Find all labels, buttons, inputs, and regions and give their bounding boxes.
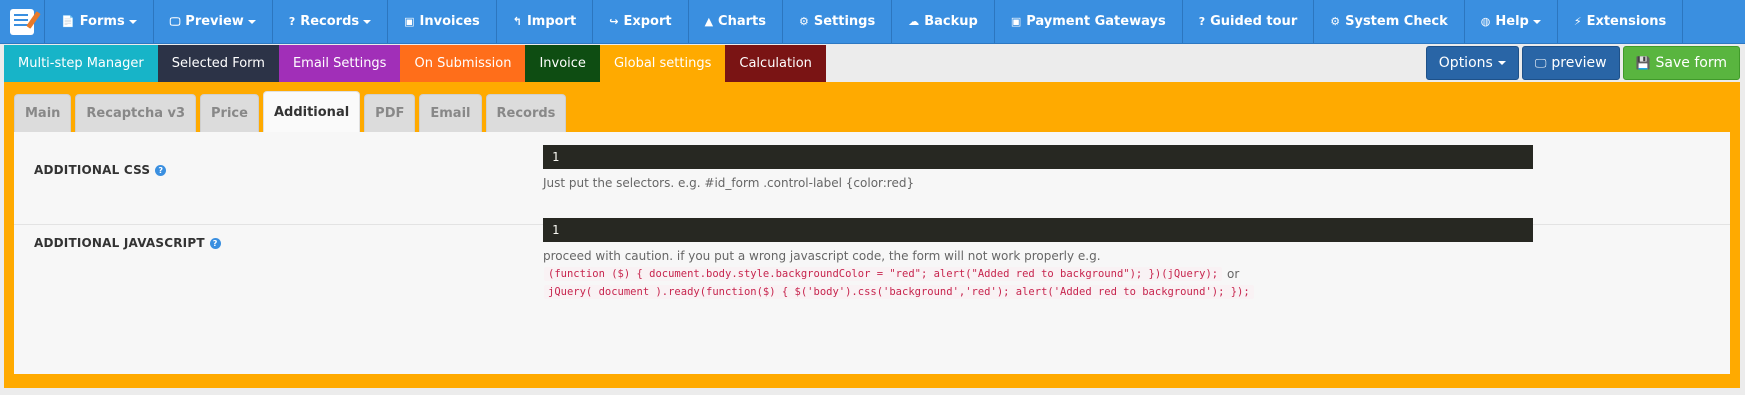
top-navbar: 📄 Forms 🖵 Preview? Records ▣ Invoices ↰ Import ↪ E… xyxy=(0,0,1745,44)
nav-label: Invoices xyxy=(419,14,480,29)
css-code-editor[interactable]: 1 xyxy=(543,145,1533,169)
help-icon[interactable]: ? xyxy=(155,164,167,176)
help-icon[interactable]: ? xyxy=(209,237,221,249)
preview-button[interactable]: 🖵 preview xyxy=(1521,46,1620,80)
section-selected-form[interactable]: Selected Form xyxy=(157,45,279,82)
nav-preview[interactable]: 🖵 Preview xyxy=(154,0,273,43)
reply-icon: ↰ xyxy=(512,15,522,28)
area-chart-icon: ▲ xyxy=(704,15,714,28)
nav-forms[interactable]: 📄 Forms xyxy=(45,0,154,43)
nav-label: Extensions xyxy=(1586,14,1667,29)
additional-css-label: ADDITIONAL CSS? xyxy=(34,163,167,177)
chevron-down-icon xyxy=(247,19,256,24)
save-icon: 💾 xyxy=(1635,56,1651,70)
options-label: Options xyxy=(1438,55,1493,71)
money-icon: ▣ xyxy=(1010,15,1022,28)
tab-main[interactable]: Main xyxy=(14,94,72,132)
chevron-down-icon xyxy=(363,19,372,24)
js-code-editor[interactable]: 1 xyxy=(543,218,1533,242)
section-on-submission[interactable]: On Submission xyxy=(400,45,526,82)
line-number: 1 xyxy=(552,223,560,237)
css-hint: Just put the selectors. e.g. #id_form .c… xyxy=(543,176,915,190)
options-button[interactable]: Options xyxy=(1425,46,1519,80)
section-multi-step-manager[interactable]: Multi-step Manager xyxy=(4,45,158,82)
tab-content-additional: ADDITIONAL CSS? 1 Just put the selectors… xyxy=(14,132,1730,374)
additional-js-label-text: ADDITIONAL JAVASCRIPT xyxy=(34,236,205,250)
nav-guided-tour[interactable]: ? Guided tour xyxy=(1183,0,1315,43)
nav-label: Guided tour xyxy=(1210,14,1298,29)
tab-price[interactable]: Price xyxy=(200,94,259,132)
additional-css-row: ADDITIONAL CSS? 1 Just put the selectors… xyxy=(14,132,1730,225)
nav-invoices[interactable]: ▣ Invoices xyxy=(388,0,497,43)
js-hint: proceed with caution. if you put a wrong… xyxy=(543,249,1101,263)
nav-payment-gateways[interactable]: ▣ Payment Gateways xyxy=(995,0,1183,43)
plug-icon: ⚡ xyxy=(1573,15,1582,28)
monitor-icon: 🖵 xyxy=(1534,55,1547,70)
form-actions: Options 🖵 preview 💾 Save form xyxy=(1425,46,1740,80)
form-sections-nav: Multi-step Manager Selected Form Email Set… xyxy=(4,45,826,82)
nav-label: Settings xyxy=(813,14,876,29)
tab-email[interactable]: Email xyxy=(419,94,482,132)
chevron-down-icon xyxy=(1497,61,1506,65)
nav-label: Help xyxy=(1495,14,1529,29)
globe-icon: ◍ xyxy=(1480,15,1491,28)
nav-backup[interactable]: ☁ Backup xyxy=(892,0,995,43)
tab-records[interactable]: Records xyxy=(485,94,567,132)
nav-label: Import xyxy=(526,14,577,29)
nav-system-check[interactable]: ⚙ System Check xyxy=(1314,0,1465,43)
nav-label: Backup xyxy=(924,14,978,29)
nav-help[interactable]: ◍ Help xyxy=(1465,0,1558,43)
monitor-icon: 🖵 xyxy=(169,14,181,28)
or-text: or xyxy=(1227,267,1240,281)
nav-settings[interactable]: ⚙ Settings xyxy=(783,0,893,43)
nav-extensions[interactable]: ⚡ Extensions xyxy=(1558,0,1684,43)
section-global-settings[interactable]: Global settings xyxy=(599,45,726,82)
question-circle-icon: ? xyxy=(288,15,296,28)
additional-js-row: ADDITIONAL JAVASCRIPT? 1 proceed with ca… xyxy=(14,218,1730,374)
preview-label: preview xyxy=(1551,55,1607,71)
additional-css-label-text: ADDITIONAL CSS xyxy=(34,163,151,177)
gear-icon: ⚙ xyxy=(1330,15,1341,28)
settings-tabs: Main Recaptcha v3 Price Additional PDF Email R… xyxy=(14,91,567,132)
nav-import[interactable]: ↰ Import xyxy=(497,0,594,43)
line-number: 1 xyxy=(552,150,560,164)
nav-label: Payment Gateways xyxy=(1026,14,1166,29)
settings-panel: Main Recaptcha v3 Price Additional PDF Email R… xyxy=(4,82,1740,388)
share-icon: ↪ xyxy=(609,15,619,28)
question-circle-icon: ? xyxy=(1198,15,1206,28)
nav-label: Records xyxy=(300,14,360,29)
additional-js-label: ADDITIONAL JAVASCRIPT? xyxy=(34,236,221,250)
js-example-2: jQuery( document ).ready(function($) { $… xyxy=(544,285,1254,299)
chevron-down-icon xyxy=(128,19,137,24)
gear-icon: ⚙ xyxy=(798,15,809,28)
chevron-down-icon xyxy=(1532,19,1541,24)
cloud-icon: ☁ xyxy=(908,15,920,28)
nav-charts[interactable]: ▲ Charts xyxy=(689,0,783,43)
tab-pdf[interactable]: PDF xyxy=(364,94,416,132)
js-example-1: (function ($) { document.body.style.back… xyxy=(544,267,1223,281)
nav-label: System Check xyxy=(1345,14,1448,29)
save-form-button[interactable]: 💾 Save form xyxy=(1622,46,1740,80)
tab-recaptcha-v3[interactable]: Recaptcha v3 xyxy=(75,94,197,132)
money-icon: ▣ xyxy=(404,15,415,28)
document-icon: 📄 xyxy=(61,15,75,28)
nav-label: Forms xyxy=(79,14,125,29)
nav-label: Export xyxy=(623,14,672,29)
section-email-settings[interactable]: Email Settings xyxy=(278,45,401,82)
nav-records[interactable]: ? Records xyxy=(273,0,389,43)
nav-label: Charts xyxy=(718,14,766,29)
app-logo[interactable] xyxy=(0,0,45,43)
section-calculation[interactable]: Calculation xyxy=(725,45,826,82)
tab-additional[interactable]: Additional xyxy=(262,91,361,132)
section-invoice[interactable]: Invoice xyxy=(525,45,600,82)
logo-icon xyxy=(10,8,34,35)
nav-label: Preview xyxy=(185,14,244,29)
save-label: Save form xyxy=(1655,55,1727,71)
nav-export[interactable]: ↪ Export xyxy=(593,0,689,43)
